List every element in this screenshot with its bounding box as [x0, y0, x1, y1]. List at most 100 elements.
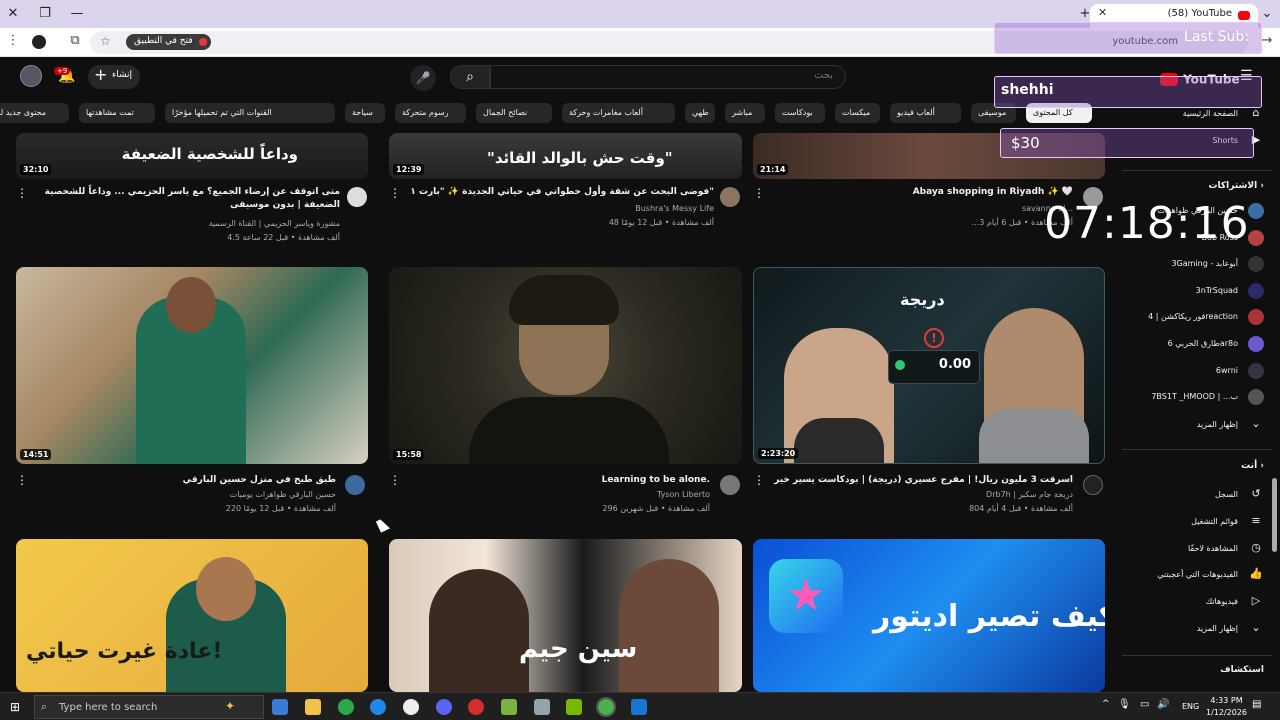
subscriptions-heading[interactable]: الاشتراكات ›: [1209, 181, 1265, 191]
channel-name[interactable]: Bushra's Messy Life: [404, 204, 714, 213]
minimize-window-icon[interactable]: —: [68, 5, 86, 23]
video-thumbnail[interactable]: 14:51: [16, 267, 368, 464]
windows-start-icon[interactable]: ⊞: [10, 700, 20, 714]
chip-6[interactable]: طهي: [685, 103, 715, 123]
person-right: [619, 559, 719, 692]
profile-icon[interactable]: [32, 35, 46, 49]
you-heading[interactable]: أنت ›: [1241, 461, 1264, 471]
close-tab-icon[interactable]: ✕: [1098, 6, 1107, 19]
channel-avatar[interactable]: [720, 475, 740, 495]
menu-dots-icon[interactable]: ⋮: [4, 32, 22, 50]
video-title[interactable]: طبق طبخ في منزل حسين البارقي: [30, 474, 336, 487]
nvidia-icon[interactable]: [566, 699, 582, 715]
video-title[interactable]: Abaya shopping in Riyadh ✨ 🤍: [768, 186, 1073, 199]
language-indicator[interactable]: ENG: [1182, 702, 1199, 711]
video-thumbnail[interactable]: عادة غيرت حياتي!: [16, 539, 368, 692]
more-options-icon[interactable]: ⋮: [389, 473, 401, 487]
video-thumbnail[interactable]: "وقت حش بالوالد القائد" 12:39: [389, 133, 742, 179]
sidebar-item-watch-later[interactable]: المشاهدة لاحقًا ◷: [1114, 540, 1264, 562]
sidebar-item-thumbs-up[interactable]: الفيديوهات التي أعجبتني 👍: [1114, 566, 1264, 588]
search-button[interactable]: ⌕: [450, 65, 490, 89]
chrome-icon[interactable]: [338, 699, 354, 715]
video-thumbnail[interactable]: دريجة ! 0.00 2:23:20: [753, 267, 1105, 464]
sidebar-subscription[interactable]: فور ريكاكشن | 4reaction: [1114, 308, 1264, 330]
search-input[interactable]: [533, 70, 833, 81]
discord-icon[interactable]: [436, 699, 452, 715]
recorder-icon[interactable]: [468, 699, 484, 715]
network-icon[interactable]: ▭: [1140, 699, 1149, 710]
bookmark-star-icon[interactable]: ☆: [100, 34, 111, 48]
sidebar-scrollbar[interactable]: [1272, 478, 1277, 552]
video-title[interactable]: اسرقت 3 مليون ريال! | مفرج عسيري (دريجة)…: [768, 474, 1073, 487]
overlay-money: $30: [1011, 134, 1040, 152]
channel-name[interactable]: savanna al...: [768, 204, 1073, 213]
volume-icon[interactable]: 🔊: [1157, 699, 1169, 710]
chip-5[interactable]: مباشر: [725, 103, 765, 123]
chip-4[interactable]: بودكاست: [775, 103, 825, 123]
channel-name[interactable]: Drb7h | دريجة جام سكير: [768, 490, 1073, 499]
chip-8[interactable]: نصائح الجمال: [476, 103, 552, 123]
voice-search-mic-icon[interactable]: 🎤: [410, 65, 436, 91]
more-options-icon[interactable]: ⋮: [16, 186, 28, 200]
sidebar-subscription[interactable]: 6wrni: [1114, 362, 1264, 384]
avatar[interactable]: [20, 65, 42, 87]
open-in-app-button[interactable]: فتح في التطبيق: [126, 34, 211, 50]
sidebar-subscription[interactable]: 3nTrSquad: [1114, 282, 1264, 304]
video-thumbnail[interactable]: ★ كيف تصير اديتور: [753, 539, 1105, 692]
video-title[interactable]: Learning to be alone.: [404, 474, 710, 487]
sidebar-item-playlists[interactable]: قوائم التشغيل ≡: [1114, 513, 1264, 535]
chip-11[interactable]: القنوات التي تم تحميلها مؤخرًا: [165, 103, 335, 123]
chevron-down-icon: ⌄: [1251, 417, 1261, 430]
chip-9[interactable]: رسوم متحركة: [395, 103, 466, 123]
sidebar-item-history[interactable]: السجل ↺: [1114, 486, 1264, 508]
chip-12[interactable]: تمت مشاهدتها: [79, 103, 155, 123]
more-options-icon[interactable]: ⋮: [753, 186, 765, 200]
restore-window-icon[interactable]: ❐: [36, 5, 54, 23]
thumbs-up-icon: 👍: [1249, 567, 1263, 581]
tray-chevron-icon[interactable]: ^: [1102, 699, 1110, 709]
tab-search-icon[interactable]: ⌄: [1258, 5, 1276, 23]
chip-2[interactable]: ألعاب فيديو: [890, 103, 961, 123]
video-title[interactable]: فوضى البحث عن شقة وأول خطواتي في حياتي ا…: [404, 186, 714, 199]
more-options-icon[interactable]: ⋮: [389, 186, 401, 200]
file-explorer-icon[interactable]: [305, 699, 321, 715]
channel-avatar[interactable]: [347, 187, 367, 207]
app-icon[interactable]: [534, 699, 550, 715]
taskbar-search[interactable]: ⌕ Type here to search ✦: [34, 695, 264, 719]
sidebar-item-your-videos[interactable]: فيديوهاتك ▷: [1114, 593, 1264, 615]
sidebar-subscription[interactable]: 3Gaming - أبوعابد: [1114, 255, 1264, 277]
video-thumbnail[interactable]: سين جيم: [389, 539, 742, 692]
task-view-icon[interactable]: [272, 699, 288, 715]
channel-avatar[interactable]: [345, 475, 365, 495]
channel-name[interactable]: Tyson Liberto: [404, 490, 710, 499]
minecraft-icon[interactable]: [501, 699, 517, 715]
facebook-icon[interactable]: [631, 699, 647, 715]
taskbar-clock[interactable]: 4:33 PM 1/12/2026: [1206, 695, 1247, 719]
video-thumbnail[interactable]: 15:58: [389, 267, 742, 464]
sidebar-show-more-subs[interactable]: إظهار المزيد ⌄: [1114, 416, 1264, 438]
sidebar-subscription[interactable]: طارق الحربي 6ar8o: [1114, 335, 1264, 357]
sidebar-subscription[interactable]: 7BS1T _HMOOD | ...ب: [1114, 388, 1264, 410]
create-button[interactable]: + إنشاء: [88, 65, 140, 89]
sidebar-item-chevron-down[interactable]: إظهار المزيد ⌄: [1114, 620, 1264, 642]
more-options-icon[interactable]: ⋮: [16, 473, 28, 487]
channel-avatar[interactable]: [1083, 475, 1103, 495]
chip-10[interactable]: سياحة: [345, 103, 385, 123]
notification-center-icon[interactable]: ▤: [1252, 699, 1261, 710]
channel-avatar[interactable]: [720, 187, 740, 207]
edge-icon[interactable]: [370, 699, 386, 715]
chip-7[interactable]: ألعاب مغامرات وحركة: [562, 103, 675, 123]
mic-tray-icon[interactable]: 🎙: [1118, 699, 1131, 710]
more-options-icon[interactable]: ⋮: [753, 473, 765, 487]
channel-name[interactable]: حسين البارقي ظواهرات يوميات: [30, 490, 336, 499]
taskbar-date: 1/12/2026: [1206, 708, 1248, 717]
chip-3[interactable]: ميكسات: [835, 103, 880, 123]
chip-13[interactable]: محتوى جديد لك: [0, 103, 69, 123]
video-thumbnail[interactable]: وداعاً للشخصية الضعيفة 32:10: [16, 133, 368, 179]
extensions-icon[interactable]: ⧉: [66, 32, 84, 50]
video-title[interactable]: متى اتوقف عن إرضاء الجميع؟ مع ياسر الحزي…: [30, 186, 340, 212]
obs-icon[interactable]: [403, 699, 419, 715]
chrome-active-icon[interactable]: [596, 697, 616, 717]
channel-name[interactable]: مشورة وياسر الحزيمي | القناة الرسمية: [30, 219, 340, 228]
close-window-icon[interactable]: ✕: [4, 5, 22, 23]
